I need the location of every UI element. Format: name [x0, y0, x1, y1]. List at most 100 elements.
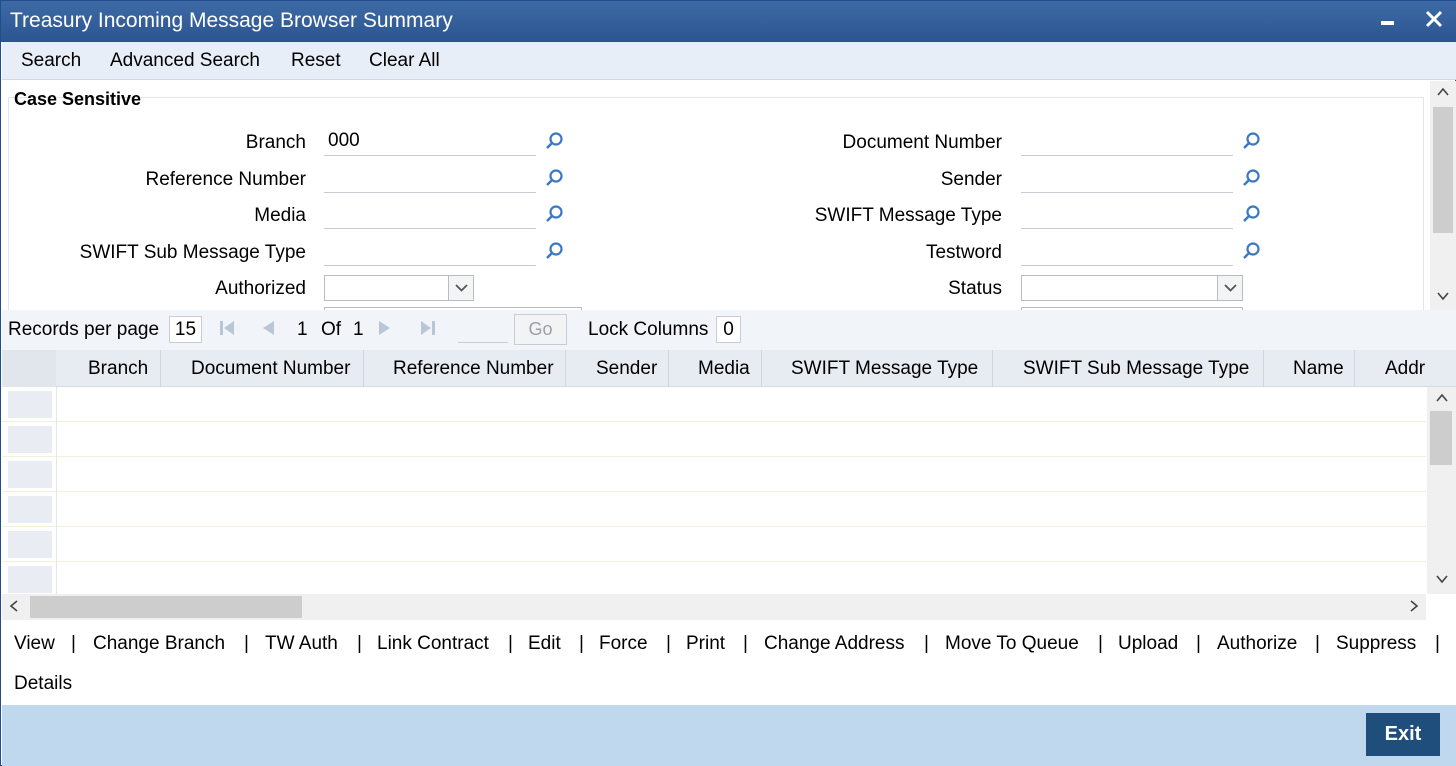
tw-auth-action[interactable]: TW Auth: [265, 633, 338, 655]
column-divider: [565, 350, 566, 387]
select-all-checkbox[interactable]: [2, 350, 56, 387]
lock-columns-input[interactable]: 0: [716, 316, 741, 343]
print-action[interactable]: Print: [686, 633, 725, 655]
force-action[interactable]: Force: [599, 633, 648, 655]
document-number-lookup-search-icon[interactable]: [1241, 131, 1261, 151]
swift-message-type-field[interactable]: [1021, 199, 1233, 229]
table-row[interactable]: [2, 387, 1426, 422]
chevron-down-icon[interactable]: [1217, 276, 1242, 300]
total-pages: 1: [353, 319, 364, 340]
branch-field[interactable]: [324, 126, 536, 156]
go-button[interactable]: Go: [514, 314, 567, 345]
column-header-document-number[interactable]: Document Number: [191, 358, 350, 380]
reference-number-field[interactable]: [324, 163, 536, 193]
criteria-scroll-thumb[interactable]: [1433, 107, 1453, 233]
column-header-address[interactable]: Addr: [1385, 358, 1425, 380]
action-separator: |: [743, 633, 748, 654]
horizontal-scroll-thumb[interactable]: [30, 596, 302, 618]
table-row[interactable]: [2, 422, 1426, 457]
scroll-up-icon[interactable]: [1430, 85, 1456, 102]
column-divider: [668, 350, 669, 387]
suppress-action[interactable]: Suppress: [1336, 633, 1416, 655]
title-bar: Treasury Incoming Message Browser Summar…: [1, 1, 1456, 42]
column-header-swift-message-type[interactable]: SWIFT Message Type: [791, 358, 978, 380]
column-header-reference-number[interactable]: Reference Number: [393, 358, 554, 380]
media-field[interactable]: [324, 199, 536, 229]
move-to-queue-action[interactable]: Move To Queue: [945, 633, 1079, 655]
row-checkbox[interactable]: [8, 566, 52, 593]
status-label: Status: [948, 278, 1002, 299]
row-checkbox[interactable]: [8, 531, 52, 558]
change-address-action[interactable]: Change Address: [764, 633, 905, 655]
status-select[interactable]: [1021, 275, 1243, 301]
table-row[interactable]: [2, 492, 1426, 527]
testword-lookup-search-icon[interactable]: [1241, 241, 1261, 261]
scroll-down-icon[interactable]: [1427, 572, 1456, 589]
link-contract-action[interactable]: Link Contract: [377, 633, 489, 655]
swift-message-type-lookup-search-icon[interactable]: [1241, 204, 1261, 224]
media-label: Media: [254, 205, 306, 226]
grid-scroll-thumb[interactable]: [1430, 411, 1452, 465]
swift-sub-message-type-label: SWIFT Sub Message Type: [79, 242, 306, 263]
upload-action[interactable]: Upload: [1118, 633, 1178, 655]
next-page-icon[interactable]: [377, 318, 393, 343]
menu-bar: Search Advanced Search Reset Clear All: [2, 42, 1456, 80]
row-checkbox[interactable]: [8, 426, 52, 453]
reference-number-lookup-search-icon[interactable]: [544, 168, 564, 188]
table-row[interactable]: [2, 457, 1426, 492]
authorize-action[interactable]: Authorize: [1217, 633, 1297, 655]
close-icon[interactable]: [1421, 7, 1447, 35]
change-branch-action[interactable]: Change Branch: [93, 633, 225, 655]
swift-sub-message-type-field[interactable]: [324, 236, 536, 266]
column-header-media[interactable]: Media: [698, 358, 750, 380]
column-header-name[interactable]: Name: [1293, 358, 1344, 380]
authorized-select[interactable]: [324, 275, 474, 301]
scroll-down-icon[interactable]: [1430, 289, 1456, 306]
action-separator: |: [666, 633, 671, 654]
go-to-page-input[interactable]: [458, 316, 508, 343]
action-separator: |: [1098, 633, 1103, 654]
action-separator: |: [508, 633, 513, 654]
reset-menu-item[interactable]: Reset: [291, 50, 341, 72]
column-divider: [761, 350, 762, 387]
testword-field[interactable]: [1021, 236, 1233, 266]
column-header-branch[interactable]: Branch: [88, 358, 148, 380]
action-separator: |: [1435, 633, 1440, 654]
chevron-down-icon[interactable]: [448, 276, 473, 300]
search-menu-item[interactable]: Search: [21, 50, 81, 72]
view-action[interactable]: View: [14, 633, 55, 655]
row-checkbox[interactable]: [8, 461, 52, 488]
table-row[interactable]: [2, 527, 1426, 562]
first-page-icon[interactable]: [218, 318, 236, 343]
criteria-vertical-scrollbar[interactable]: [1430, 81, 1456, 310]
details-action[interactable]: Details: [14, 673, 72, 695]
row-checkbox[interactable]: [8, 496, 52, 523]
checkbox-column-divider: [56, 387, 57, 594]
swift-sub-message-type-lookup-search-icon[interactable]: [544, 241, 564, 261]
sender-lookup-search-icon[interactable]: [1241, 168, 1261, 188]
action-separator: |: [244, 633, 249, 654]
last-page-icon[interactable]: [419, 318, 437, 343]
previous-page-icon[interactable]: [260, 318, 276, 343]
column-header-sender[interactable]: Sender: [596, 358, 657, 380]
records-per-page-input[interactable]: 15: [169, 316, 202, 343]
document-number-field[interactable]: [1021, 126, 1233, 156]
advanced-search-menu-item[interactable]: Advanced Search: [110, 50, 260, 72]
scroll-left-icon[interactable]: [6, 599, 22, 616]
table-row[interactable]: [2, 562, 1426, 597]
exit-button[interactable]: Exit: [1366, 713, 1440, 756]
grid-horizontal-scrollbar[interactable]: [2, 594, 1426, 620]
media-lookup-search-icon[interactable]: [544, 204, 564, 224]
clear-all-menu-item[interactable]: Clear All: [369, 50, 440, 72]
edit-action[interactable]: Edit: [528, 633, 561, 655]
minimize-icon[interactable]: [1375, 7, 1401, 35]
column-header-swift-sub-message-type[interactable]: SWIFT Sub Message Type: [1023, 358, 1249, 380]
column-divider: [1263, 350, 1264, 387]
scroll-right-icon[interactable]: [1406, 599, 1422, 616]
grid-vertical-scrollbar[interactable]: [1427, 387, 1456, 594]
branch-lookup-search-icon[interactable]: [544, 131, 564, 151]
scroll-up-icon[interactable]: [1427, 391, 1456, 408]
row-checkbox[interactable]: [8, 391, 52, 418]
sender-field[interactable]: [1021, 163, 1233, 193]
results-grid: Branch Document Number Reference Number …: [2, 350, 1456, 620]
